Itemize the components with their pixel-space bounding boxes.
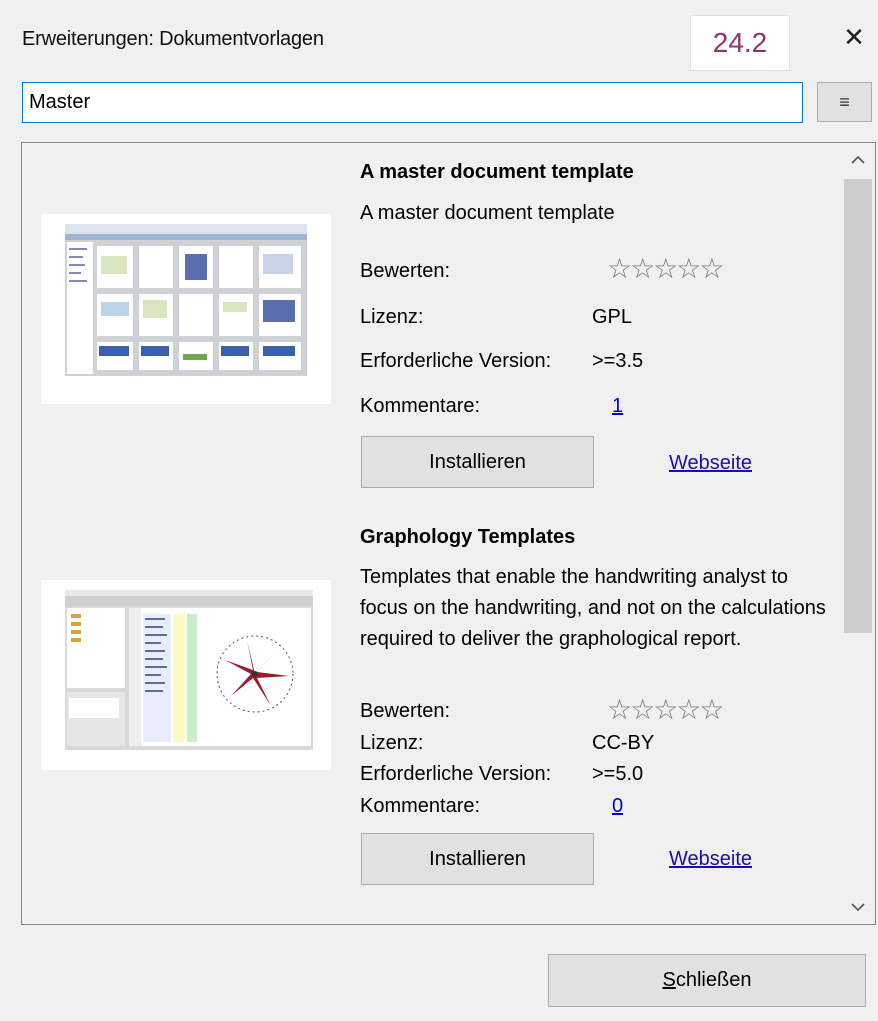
thumbnail-image <box>65 590 313 750</box>
comments-label: Kommentare: <box>360 795 481 817</box>
close-button[interactable]: Schließen <box>548 954 866 1007</box>
extension-description: A master document template <box>360 202 615 224</box>
version-value: >=5.0 <box>592 763 644 785</box>
close-button-label: chließen <box>675 969 752 991</box>
rating-stars: ☆☆☆☆☆ <box>607 253 725 284</box>
dialog-title: Erweiterungen: Dokumentvorlagen <box>22 28 324 50</box>
comments-label: Kommentare: <box>360 395 481 417</box>
scrollbar-thumb[interactable] <box>844 179 872 633</box>
extension-title: Graphology Templates <box>360 526 576 548</box>
hamburger-icon: ≡ <box>839 91 850 112</box>
rating-stars: ☆☆☆☆☆ <box>607 694 725 725</box>
thumbnail-image <box>65 224 307 376</box>
version-value: >=3.5 <box>592 350 644 372</box>
close-button-mnemonic: S <box>662 969 676 991</box>
install-button[interactable]: Installieren <box>361 436 594 488</box>
website-link[interactable]: Webseite <box>669 848 752 871</box>
scroll-up-icon[interactable] <box>841 143 875 177</box>
options-menu-button[interactable]: ≡ <box>817 82 872 122</box>
extension-list[interactable]: A master document template A master docu… <box>21 142 876 925</box>
license-value: GPL <box>592 306 633 328</box>
rating-label: Bewerten: <box>360 260 451 282</box>
license-label: Lizenz: <box>360 732 424 754</box>
comments-link[interactable]: 1 <box>612 395 623 418</box>
scroll-down-icon[interactable] <box>841 890 875 924</box>
version-badge: 24.2 <box>690 15 790 71</box>
vertical-scrollbar[interactable] <box>841 143 875 924</box>
close-icon[interactable]: ✕ <box>838 18 870 56</box>
comments-link[interactable]: 0 <box>612 795 623 818</box>
extension-thumbnail <box>41 580 331 770</box>
version-label: Erforderliche Version: <box>360 763 552 785</box>
extension-title: A master document template <box>360 161 634 183</box>
search-input[interactable] <box>22 82 803 123</box>
website-link[interactable]: Webseite <box>669 452 752 475</box>
install-button[interactable]: Installieren <box>361 833 594 885</box>
rating-label: Bewerten: <box>360 700 451 722</box>
license-label: Lizenz: <box>360 306 424 328</box>
license-value: CC-BY <box>592 732 655 754</box>
comments-count[interactable]: 0 <box>612 795 623 817</box>
extension-thumbnail <box>41 214 331 404</box>
version-label: Erforderliche Version: <box>360 350 552 372</box>
comments-count[interactable]: 1 <box>612 395 623 417</box>
extension-description: Templates that enable the handwriting an… <box>360 566 826 650</box>
